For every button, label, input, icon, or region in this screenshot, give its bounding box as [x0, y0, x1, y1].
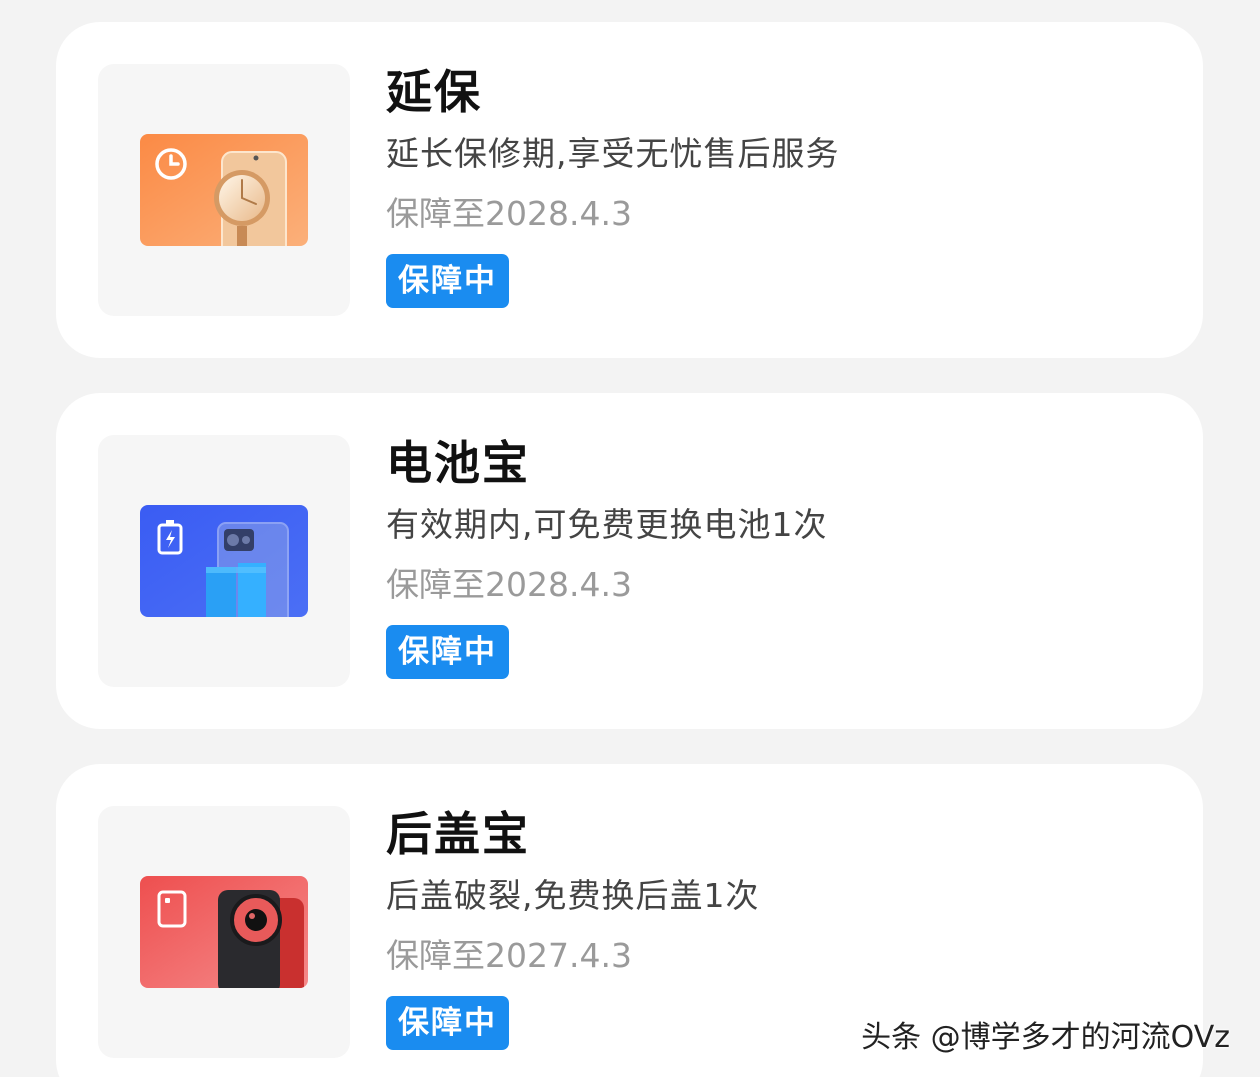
watermark: 头条 @博学多才的河流OVz [861, 1020, 1230, 1055]
card-title: 延保 [386, 65, 482, 119]
status-badge: 保障中 [386, 996, 509, 1050]
expiry-date: 保障至2028.4.3 [386, 565, 632, 604]
warranty-card-battery[interactable]: 电池宝 有效期内,可免费更换电池1次 保障至2028.4.3 保障中 [56, 393, 1203, 729]
card-info: 延保 延长保修期,享受无忧售后服务 保障至2028.4.3 保障中 [386, 60, 840, 308]
extended-warranty-image [140, 134, 308, 246]
card-info: 后盖宝 后盖破裂,免费换后盖1次 保障至2027.4.3 保障中 [386, 802, 760, 1050]
back-cover-plan-image [140, 876, 308, 988]
card-info: 电池宝 有效期内,可免费更换电池1次 保障至2028.4.3 保障中 [386, 431, 828, 679]
card-description: 有效期内,可免费更换电池1次 [386, 505, 828, 544]
warranty-card-extended[interactable]: 延保 延长保修期,享受无忧售后服务 保障至2028.4.3 保障中 [56, 22, 1203, 358]
warranty-page: 延保 延长保修期,享受无忧售后服务 保障至2028.4.3 保障中 电池宝 有效… [0, 0, 1260, 1077]
expiry-date: 保障至2028.4.3 [386, 194, 632, 233]
thumbnail-container [98, 806, 350, 1058]
status-badge: 保障中 [386, 625, 509, 679]
card-title: 后盖宝 [386, 807, 530, 861]
thumbnail-container [98, 64, 350, 316]
card-title: 电池宝 [386, 436, 530, 490]
card-description: 延长保修期,享受无忧售后服务 [386, 134, 840, 173]
thumbnail-container [98, 435, 350, 687]
card-description: 后盖破裂,免费换后盖1次 [386, 876, 760, 915]
battery-plan-image [140, 505, 308, 617]
status-badge: 保障中 [386, 254, 509, 308]
expiry-date: 保障至2027.4.3 [386, 936, 632, 975]
